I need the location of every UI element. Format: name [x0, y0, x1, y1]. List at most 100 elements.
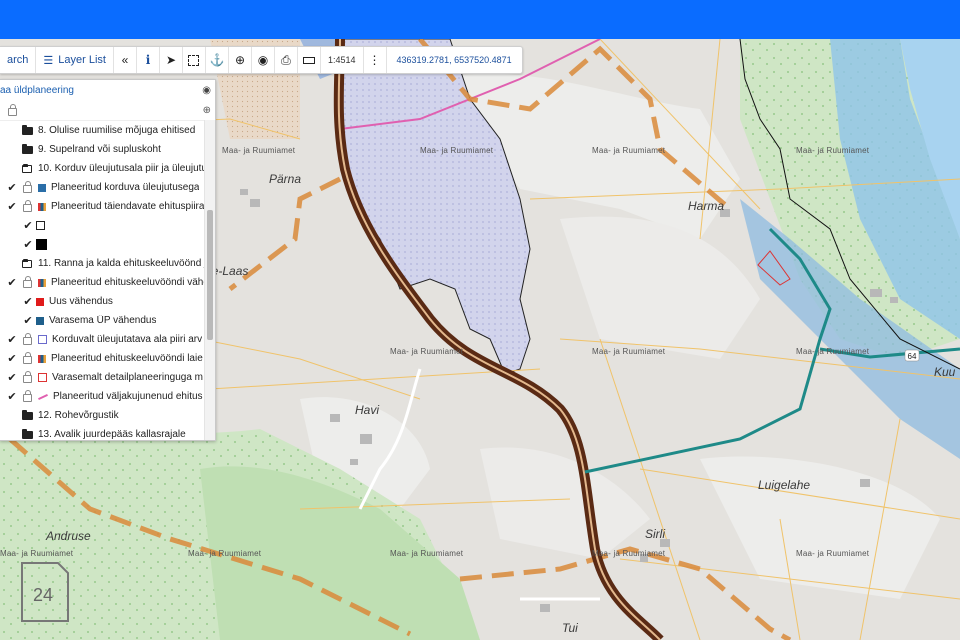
parcel-label: Maa- ja Ruumiamet: [796, 549, 870, 558]
layer-label: Planeeritud väljakujunenud ehitus: [53, 391, 203, 402]
layer-checkbox[interactable]: ✔: [20, 295, 36, 308]
badge-text: 24: [33, 585, 53, 605]
layer-checkbox[interactable]: ✔: [20, 238, 36, 251]
layer-list-button[interactable]: ☰ Layer List: [36, 47, 114, 73]
zoom-icon[interactable]: ⊕: [229, 47, 252, 73]
layer-checkbox[interactable]: ✔: [4, 276, 20, 289]
layer-row[interactable]: ✔ Uus vähendus: [0, 292, 215, 311]
layer-row[interactable]: ✔: [0, 235, 215, 254]
legend-swatch: [36, 316, 44, 325]
layer-row[interactable]: ✔ Planeeritud ehituskeeluvööndi laie: [0, 349, 215, 368]
place-name: Andruse: [46, 529, 91, 543]
layer-row[interactable]: ✔ Varasemalt detailplaneeringuga m: [0, 368, 215, 387]
layer-row[interactable]: ✔ Planeeritud korduva üleujutusega: [0, 178, 215, 197]
collapse-button[interactable]: «: [114, 47, 137, 73]
legend-swatch: [38, 202, 46, 211]
list-icon: ☰: [43, 54, 54, 67]
pointer-icon[interactable]: ➤: [160, 47, 183, 73]
layer-label: Varasema ÜP vähendus: [49, 315, 157, 326]
legend-swatch: [36, 239, 47, 250]
select-box-icon[interactable]: [183, 47, 206, 73]
layer-row[interactable]: ✔ Korduvalt üleujutatava ala piiri arv: [0, 330, 215, 349]
coordinate-readout: 436319.2781, 6537520.4871: [396, 55, 512, 65]
layer-checkbox[interactable]: ✔: [4, 181, 20, 194]
layer-label: Planeeritud ehituskeeluvööndi vähe: [51, 277, 209, 288]
lock-icon: [20, 276, 34, 288]
panel-header: aa üldplaneering ◉: [0, 80, 215, 100]
pin-icon[interactable]: ⚓: [206, 47, 229, 73]
layer-label: 9. Supelrand või supluskoht: [38, 144, 161, 155]
globe-icon[interactable]: ◉: [202, 85, 211, 96]
layer-label: Planeeritud ehituskeeluvööndi laie: [51, 353, 203, 364]
panel-scrollbar[interactable]: [204, 120, 215, 440]
legend-swatch: [36, 221, 45, 230]
layer-checkbox[interactable]: ✔: [4, 352, 20, 365]
info-icon[interactable]: i: [137, 47, 160, 73]
place-name: Sirli: [645, 527, 665, 541]
parcel-label: Maa- ja Ruumiamet: [592, 347, 666, 356]
layer-label: Varasemalt detailplaneeringuga m: [52, 372, 204, 383]
layer-checkbox[interactable]: ✔: [20, 219, 36, 232]
parcel-label: Maa- ja Ruumiamet: [222, 146, 296, 155]
layer-label: 11. Ranna ja kalda ehituskeeluvöönd ja v…: [38, 258, 215, 269]
legend-swatch: [38, 278, 46, 287]
layer-row[interactable]: 12. Rohevõrgustik: [0, 406, 215, 425]
layer-label: 8. Olulise ruumilise mõjuga ehitised: [38, 125, 196, 136]
place-name: Tui: [562, 621, 578, 635]
parcel-label: Maa- ja Ruumiamet: [390, 549, 464, 558]
layer-row[interactable]: ✔ Varasema ÜP vähendus: [0, 311, 215, 330]
layer-checkbox[interactable]: ✔: [4, 371, 20, 384]
legend-swatch: [38, 183, 46, 192]
globe-icon[interactable]: ◉: [252, 47, 275, 73]
place-name: Luigelahe: [758, 478, 811, 492]
lock-icon: [20, 200, 34, 212]
measure-icon[interactable]: [298, 47, 321, 73]
folder-icon: [20, 143, 34, 154]
layer-row[interactable]: ✔ Planeeritud täiendavate ehituspiira: [0, 197, 215, 216]
legend-swatch: [36, 297, 44, 306]
place-name: Kuu: [934, 365, 956, 379]
layer-row[interactable]: 10. Korduv üleujutusala piir ja üleujutu…: [0, 159, 215, 178]
layer-rows: 8. Olulise ruumilise mõjuga ehitised 9. S…: [0, 121, 215, 439]
place-name: Harma: [688, 199, 725, 213]
legend-swatch: [38, 373, 47, 382]
layer-checkbox[interactable]: ✔: [4, 390, 20, 403]
parcel-label: Maa- ja Ruumiamet: [796, 146, 870, 155]
layer-panel: aa üldplaneering ◉ ⊕ 8. Olulise ruumilis…: [0, 79, 216, 441]
parcel-label: Maa- ja Ruumiamet: [0, 549, 74, 558]
search-button[interactable]: arch: [0, 47, 37, 73]
layer-label: 10. Korduv üleujutusala piir ja üleujutu…: [38, 163, 215, 174]
layer-row[interactable]: 11. Ranna ja kalda ehituskeeluvöönd ja v…: [0, 254, 215, 273]
zoom-icon[interactable]: ⊕: [203, 105, 211, 116]
scale-readout: 1:4514: [321, 47, 364, 73]
parcel-label: Maa- ja Ruumiamet: [188, 549, 262, 558]
top-bar: [0, 0, 960, 39]
folder-icon: [20, 124, 34, 135]
parcel-label: Maa- ja Ruumiamet: [592, 549, 666, 558]
layer-row[interactable]: ✔ Planeeritud ehituskeeluvööndi vähe: [0, 273, 215, 292]
parcel-label: Maa- ja Ruumiamet: [420, 146, 494, 155]
parcel-label: Maa- ja Ruumiamet: [796, 347, 870, 356]
layer-label: 13. Avalik juurdepääs kallasrajale: [38, 429, 186, 439]
legend-swatch: [38, 335, 47, 344]
layer-checkbox[interactable]: ✔: [20, 314, 36, 327]
layer-list-label: Layer List: [58, 54, 106, 66]
layer-checkbox[interactable]: ✔: [4, 200, 20, 213]
layer-checkbox[interactable]: ✔: [4, 333, 20, 346]
lock-icon: [20, 333, 34, 345]
folder-icon: [20, 409, 34, 420]
layer-row[interactable]: ✔ Planeeritud väljakujunenud ehitus: [0, 387, 215, 406]
layer-row[interactable]: 13. Avalik juurdepääs kallasrajale: [0, 425, 215, 439]
print-icon[interactable]: ⎙: [275, 47, 298, 73]
panel-subheader: ⊕: [0, 100, 215, 121]
layer-row[interactable]: 8. Olulise ruumilise mõjuga ehitised: [0, 121, 215, 140]
more-icon[interactable]: ⋮: [364, 47, 387, 73]
layer-row[interactable]: ✔: [0, 216, 215, 235]
parcel-label: Maa- ja Ruumiamet: [390, 347, 464, 356]
layer-label: Uus vähendus: [49, 296, 113, 307]
layer-row[interactable]: 9. Supelrand või supluskoht: [0, 140, 215, 159]
scrollbar-thumb[interactable]: [207, 210, 213, 340]
place-name: Pärna: [269, 172, 302, 186]
panel-title[interactable]: aa üldplaneering: [0, 85, 74, 96]
parcel-label: Maa- ja Ruumiamet: [592, 146, 666, 155]
